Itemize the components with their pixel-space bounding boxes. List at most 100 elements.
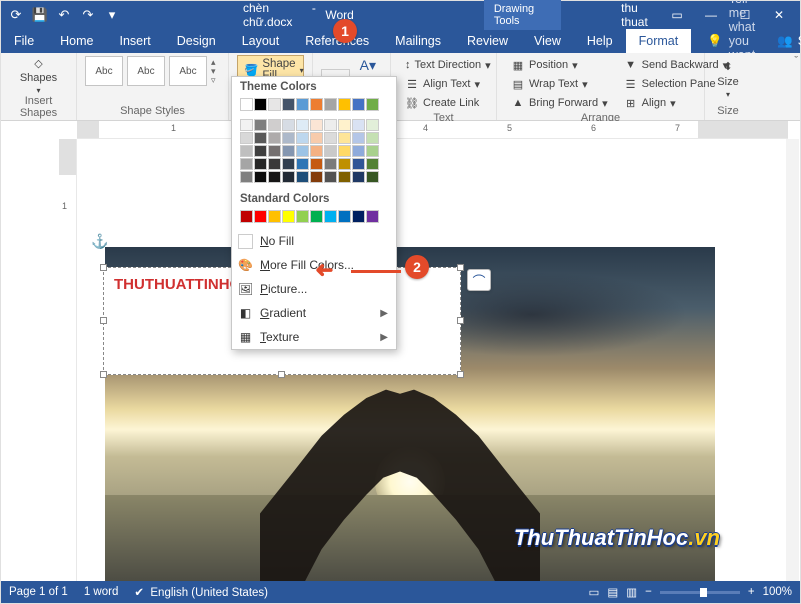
color-swatch[interactable] — [324, 210, 337, 223]
color-swatch[interactable] — [310, 98, 323, 111]
color-swatch[interactable] — [310, 145, 323, 157]
color-swatch[interactable] — [310, 132, 323, 144]
tab-view[interactable]: View — [521, 29, 574, 53]
contextual-tab-label[interactable]: Drawing Tools — [484, 0, 561, 30]
collapse-ribbon-icon[interactable]: ˇ — [794, 55, 798, 67]
color-swatch[interactable] — [352, 98, 365, 111]
shape-style-preset[interactable]: Abc — [169, 56, 207, 86]
color-swatch[interactable] — [338, 98, 351, 111]
color-swatch[interactable] — [338, 132, 351, 144]
tab-file[interactable]: File — [1, 29, 47, 53]
color-swatch[interactable] — [282, 171, 295, 183]
align-text-button[interactable]: ☰Align Text ▾ — [399, 75, 488, 93]
color-swatch[interactable] — [296, 119, 309, 131]
color-swatch[interactable] — [324, 171, 337, 183]
close-icon[interactable]: ✕ — [762, 1, 796, 29]
resize-handle[interactable] — [100, 371, 107, 378]
color-swatch[interactable] — [282, 158, 295, 170]
color-swatch[interactable] — [254, 132, 267, 144]
web-layout-icon[interactable]: ▥ — [626, 585, 637, 599]
ribbon-options-icon[interactable]: ▭ — [660, 1, 694, 29]
more-fill-colors-item[interactable]: 🎨 More Fill Colors... — [232, 253, 396, 277]
autosave-icon[interactable]: ⟳ — [5, 4, 27, 26]
color-swatch[interactable] — [324, 158, 337, 170]
zoom-slider[interactable] — [660, 591, 740, 594]
color-swatch[interactable] — [268, 210, 281, 223]
color-swatch[interactable] — [352, 210, 365, 223]
color-swatch[interactable] — [240, 98, 253, 111]
position-button[interactable]: ▦Position ▾ — [505, 56, 614, 74]
text-fill-icon[interactable]: A▾ — [354, 56, 382, 74]
resize-handle[interactable] — [457, 264, 464, 271]
color-swatch[interactable] — [310, 171, 323, 183]
color-swatch[interactable] — [324, 119, 337, 131]
color-swatch[interactable] — [352, 158, 365, 170]
vertical-scrollbar[interactable] — [786, 139, 799, 581]
color-swatch[interactable] — [296, 158, 309, 170]
color-swatch[interactable] — [338, 145, 351, 157]
bring-forward-button[interactable]: ▲Bring Forward ▾ — [505, 94, 614, 112]
color-swatch[interactable] — [296, 171, 309, 183]
color-swatch[interactable] — [310, 210, 323, 223]
color-swatch[interactable] — [254, 210, 267, 223]
color-swatch[interactable] — [268, 145, 281, 157]
gallery-scroll[interactable]: ▴▾▿ — [211, 58, 216, 85]
save-icon[interactable]: 💾 — [29, 4, 51, 26]
color-swatch[interactable] — [240, 158, 253, 170]
color-swatch[interactable] — [366, 145, 379, 157]
page-count[interactable]: Page 1 of 1 — [9, 586, 68, 598]
undo-icon[interactable]: ↶ — [53, 4, 75, 26]
color-swatch[interactable] — [366, 132, 379, 144]
color-swatch[interactable] — [282, 210, 295, 223]
resize-handle[interactable] — [100, 317, 107, 324]
create-link-button[interactable]: ⛓Create Link — [399, 94, 488, 112]
color-swatch[interactable] — [254, 171, 267, 183]
gradient-fill-item[interactable]: ◧ Gradient▶ — [232, 301, 396, 325]
color-swatch[interactable] — [366, 171, 379, 183]
color-swatch[interactable] — [324, 98, 337, 111]
color-swatch[interactable] — [324, 145, 337, 157]
shape-style-preset[interactable]: Abc — [127, 56, 165, 86]
zoom-level[interactable]: 100% — [763, 586, 792, 598]
color-swatch[interactable] — [338, 158, 351, 170]
color-swatch[interactable] — [268, 171, 281, 183]
document-page[interactable]: ⚓ THUTHUATTINHOC ⌒ ThuThuatTinHoc.vn — [77, 139, 732, 581]
color-swatch[interactable] — [254, 158, 267, 170]
tab-mailings[interactable]: Mailings — [382, 29, 454, 53]
shape-style-preset[interactable]: Abc — [85, 56, 123, 86]
shapes-button[interactable]: ◇ Shapes ▾ — [9, 56, 68, 95]
color-swatch[interactable] — [296, 145, 309, 157]
color-swatch[interactable] — [254, 145, 267, 157]
word-count[interactable]: 1 word — [84, 586, 119, 598]
tab-help[interactable]: Help — [574, 29, 626, 53]
color-swatch[interactable] — [254, 98, 267, 111]
tab-insert[interactable]: Insert — [107, 29, 164, 53]
resize-handle[interactable] — [457, 371, 464, 378]
share-button[interactable]: 👥 Share — [763, 29, 801, 53]
color-swatch[interactable] — [366, 210, 379, 223]
tell-me-search[interactable]: 💡 Tell me what you want to do — [699, 29, 763, 53]
color-swatch[interactable] — [240, 132, 253, 144]
print-layout-icon[interactable]: ▤ — [607, 585, 618, 599]
vertical-ruler[interactable]: 1 — [59, 139, 77, 581]
color-swatch[interactable] — [352, 171, 365, 183]
color-swatch[interactable] — [338, 210, 351, 223]
color-swatch[interactable] — [324, 132, 337, 144]
tab-format[interactable]: Format — [626, 29, 692, 53]
redo-icon[interactable]: ↷ — [77, 4, 99, 26]
picture-fill-item[interactable]: 🖼 Picture... — [232, 277, 396, 301]
tab-home[interactable]: Home — [47, 29, 106, 53]
zoom-thumb[interactable] — [700, 588, 707, 597]
color-swatch[interactable] — [338, 119, 351, 131]
tab-review[interactable]: Review — [454, 29, 521, 53]
color-swatch[interactable] — [352, 145, 365, 157]
color-swatch[interactable] — [296, 98, 309, 111]
color-swatch[interactable] — [310, 158, 323, 170]
text-direction-button[interactable]: ↕Text Direction ▾ — [399, 56, 488, 74]
color-swatch[interactable] — [268, 158, 281, 170]
color-swatch[interactable] — [254, 119, 267, 131]
color-swatch[interactable] — [282, 132, 295, 144]
resize-handle[interactable] — [278, 371, 285, 378]
color-swatch[interactable] — [352, 132, 365, 144]
color-swatch[interactable] — [296, 210, 309, 223]
